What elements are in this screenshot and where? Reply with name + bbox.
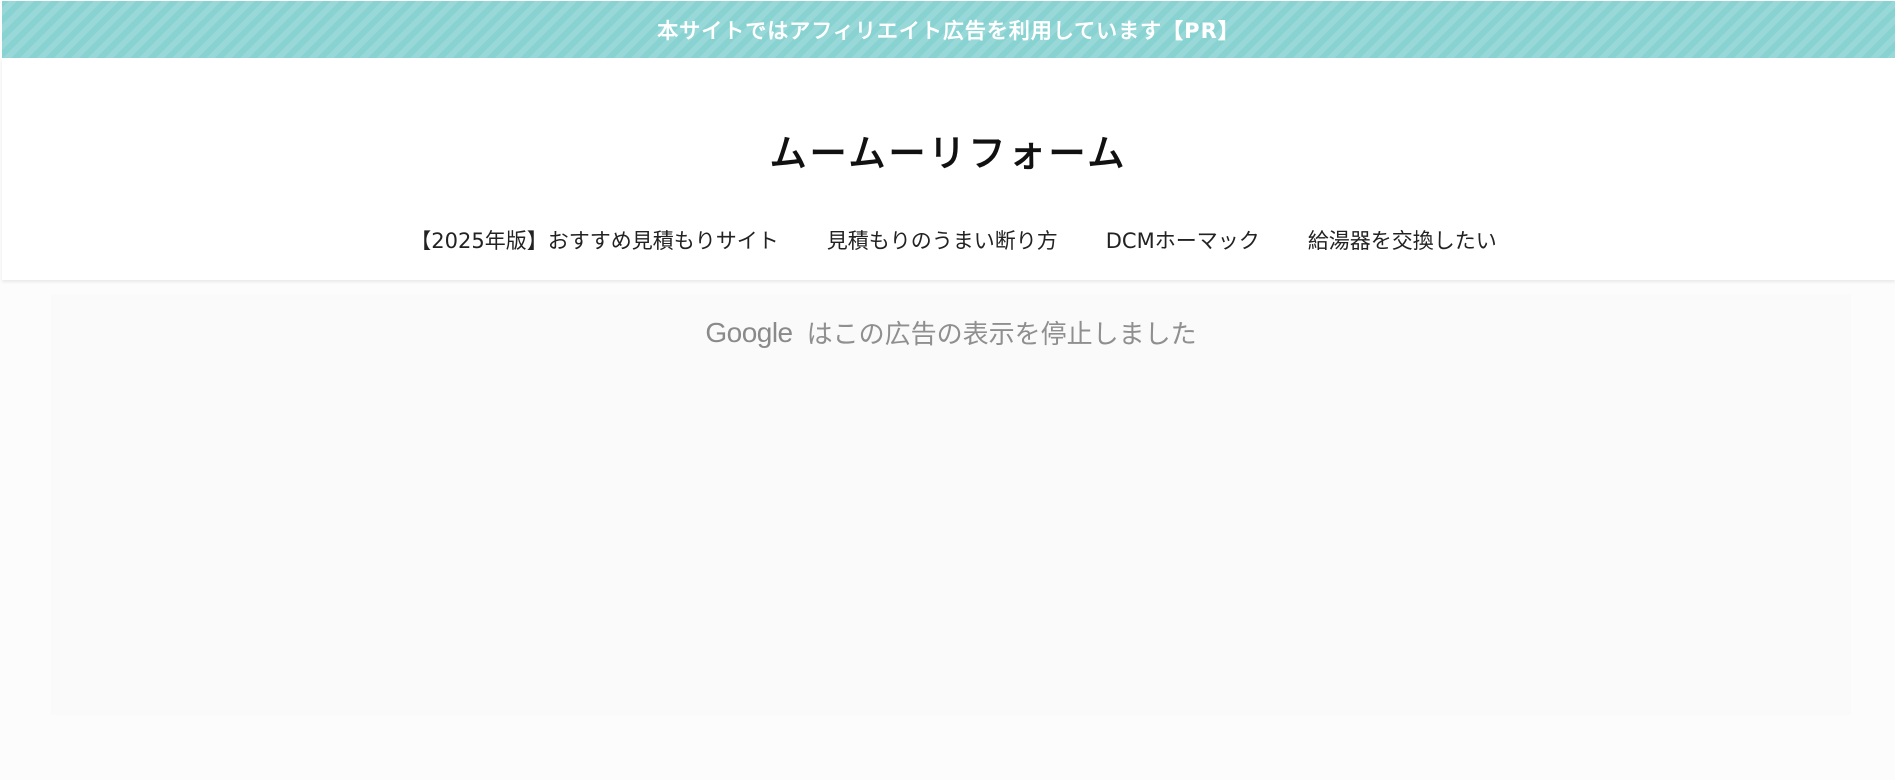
ad-stopped-message: Google はこの広告の表示を停止しました	[51, 314, 1851, 351]
ad-slot: Google はこの広告の表示を停止しました	[51, 294, 1851, 715]
nav-item-how-to-decline[interactable]: 見積もりのうまい断り方	[827, 226, 1058, 256]
google-logo: Google	[705, 316, 793, 348]
site-header: ムームーリフォーム 【2025年版】おすすめ見積もりサイト 見積もりのうまい断り…	[2, 58, 1895, 280]
global-nav: 【2025年版】おすすめ見積もりサイト 見積もりのうまい断り方 DCMホーマック…	[2, 226, 1895, 256]
ad-stopped-text: はこの広告の表示を停止しました	[806, 320, 1197, 350]
site-title[interactable]: ムームーリフォーム	[2, 128, 1895, 178]
pr-disclosure-text: 本サイトではアフィリエイト広告を利用しています【PR】	[657, 18, 1240, 43]
nav-item-water-heater[interactable]: 給湯器を交換したい	[1308, 226, 1497, 256]
nav-item-dcm-homac[interactable]: DCMホーマック	[1106, 226, 1260, 256]
nav-item-recommended-sites[interactable]: 【2025年版】おすすめ見積もりサイト	[410, 226, 778, 256]
pr-disclosure-bar: 本サイトではアフィリエイト広告を利用しています【PR】	[2, 1, 1895, 58]
